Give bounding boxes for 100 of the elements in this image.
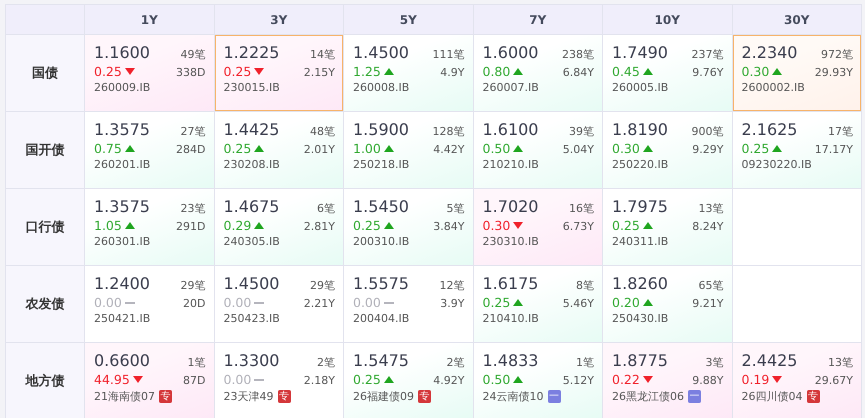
- change-value: 0.20: [612, 295, 640, 310]
- change-value: 0.80: [482, 64, 510, 79]
- quote-cell[interactable]: 1.7975 13笔 0.25 8.24Y 240311.IB: [603, 189, 732, 265]
- bond-code: 210210.IB: [482, 158, 539, 171]
- row-header: 地方债: [6, 343, 84, 418]
- bond-code: 210410.IB: [482, 312, 539, 325]
- bond-code: 260201.IB: [94, 158, 150, 171]
- yield-value: 1.8190: [612, 120, 668, 139]
- yield-value: 1.4500: [224, 274, 280, 293]
- change-value: 0.00: [94, 295, 122, 310]
- quote-cell[interactable]: 1.7490 237笔 0.45 9.76Y 260005.IB: [603, 35, 732, 111]
- term-value: 9.88Y: [692, 374, 724, 387]
- bond-code: 26黑龙江债06: [612, 389, 684, 404]
- yield-value: 1.4500: [353, 43, 409, 62]
- quote-cell[interactable]: 1.4833 1笔 0.50 5.12Y 24云南债10 一: [474, 343, 602, 418]
- change-value: 0.25: [353, 218, 381, 233]
- quote-cell[interactable]: 1.6100 39笔 0.50 5.04Y 210210.IB: [474, 112, 602, 188]
- yield-value: 1.3575: [94, 120, 150, 139]
- quote-cell[interactable]: 1.4500 111笔 1.25 4.9Y 260008.IB: [344, 35, 472, 111]
- bond-code: 250423.IB: [224, 312, 280, 325]
- term-value: 3.84Y: [433, 220, 464, 233]
- bond-tag: 一: [688, 390, 701, 403]
- yield-value: 2.1625: [742, 120, 798, 139]
- bond-code: 260008.IB: [353, 81, 410, 94]
- quote-cell[interactable]: 2.4425 13笔 0.19 29.67Y 26四川债04 专: [732, 343, 861, 418]
- quote-cell[interactable]: 1.8260 65笔 0.20 9.21Y 250430.IB: [603, 266, 732, 342]
- quote-cell[interactable]: 1.2225 14笔 0.25 2.15Y 230015.IB: [214, 35, 343, 111]
- quote-cell[interactable]: 0.6600 1笔 44.95 87D 21海南债07 专: [85, 343, 214, 418]
- yield-value: 1.5450: [353, 197, 409, 216]
- trade-count: 16笔: [569, 201, 594, 216]
- quote-cell[interactable]: 1.5475 2笔 0.25 4.92Y 26福建债09 专: [344, 343, 472, 418]
- quote-cell[interactable]: 1.6000 238笔 0.80 6.84Y 260007.IB: [474, 35, 602, 111]
- column-header: 10Y: [603, 5, 732, 34]
- yield-value: 1.6175: [482, 274, 538, 293]
- yield-value: 1.6000: [482, 43, 538, 62]
- term-value: 5.12Y: [562, 374, 594, 387]
- bond-code: 260007.IB: [482, 81, 539, 94]
- change-value: 0.19: [742, 372, 770, 387]
- quote-cell[interactable]: 1.3575 27笔 0.75 284D 260201.IB: [85, 112, 214, 188]
- term-value: 6.73Y: [562, 220, 594, 233]
- quote-cell[interactable]: 1.5450 5笔 0.25 3.84Y 200310.IB: [344, 189, 472, 265]
- quote-cell[interactable]: 2.2340 972笔 0.30 29.93Y 2600002.IB: [732, 35, 861, 111]
- yield-value: 1.2225: [224, 43, 280, 62]
- column-header: 7Y: [474, 5, 602, 34]
- change-value: 0.25: [224, 64, 252, 79]
- change-value: 0.00: [224, 372, 252, 387]
- bond-tag: 专: [159, 390, 172, 403]
- quote-cell[interactable]: 1.4500 29笔 0.00 2.21Y 250423.IB: [214, 266, 343, 342]
- trade-count: 6笔: [317, 201, 335, 216]
- trade-count: 128笔: [432, 124, 464, 139]
- trade-count: 1笔: [576, 355, 594, 370]
- term-value: 2.15Y: [304, 66, 335, 79]
- term-value: 87D: [183, 374, 206, 387]
- bond-code: 26四川债04: [742, 389, 802, 404]
- term-value: 4.42Y: [433, 143, 464, 156]
- term-value: 4.9Y: [440, 66, 464, 79]
- quote-cell[interactable]: 1.4425 48笔 0.25 2.01Y 230208.IB: [214, 112, 343, 188]
- term-value: 5.46Y: [562, 297, 594, 310]
- change-value: 44.95: [94, 372, 130, 387]
- term-value: 5.04Y: [562, 143, 594, 156]
- yield-value: 1.1600: [94, 43, 150, 62]
- quote-cell[interactable]: 1.6175 8笔 0.25 5.46Y 210410.IB: [474, 266, 602, 342]
- quote-cell[interactable]: 1.7020 16笔 0.30 6.73Y 230310.IB: [474, 189, 602, 265]
- yield-value: 1.8775: [612, 351, 668, 370]
- change-value: 1.25: [353, 64, 381, 79]
- bond-code: 260301.IB: [94, 235, 150, 248]
- quote-cell[interactable]: 1.8190 900笔 0.30 9.29Y 250220.IB: [603, 112, 732, 188]
- trade-count: 2笔: [317, 355, 335, 370]
- quote-cell[interactable]: 1.3575 23笔 1.05 291D 260301.IB: [85, 189, 214, 265]
- quote-cell[interactable]: 1.4675 6笔 0.29 2.81Y 240305.IB: [214, 189, 343, 265]
- bond-tag: 专: [418, 390, 431, 403]
- trade-count: 8笔: [576, 278, 594, 293]
- yield-value: 1.8260: [612, 274, 668, 293]
- trade-count: 237笔: [692, 47, 724, 62]
- quote-cell[interactable]: 1.8775 3笔 0.22 9.88Y 26黑龙江债06 一: [603, 343, 732, 418]
- trade-count: 5笔: [446, 201, 464, 216]
- term-value: 29.67Y: [814, 374, 853, 387]
- trade-count: 27笔: [180, 124, 206, 139]
- quote-cell[interactable]: 1.5575 12笔 0.00 3.9Y 200404.IB: [344, 266, 472, 342]
- quote-cell[interactable]: 1.5900 128笔 1.00 4.42Y 250218.IB: [344, 112, 472, 188]
- bond-code: 200404.IB: [353, 312, 410, 325]
- bond-code: 250218.IB: [353, 158, 410, 171]
- yield-value: 1.7490: [612, 43, 668, 62]
- quote-cell[interactable]: 1.3300 2笔 0.00 2.18Y 23天津49 专: [214, 343, 343, 418]
- trade-count: 48笔: [310, 124, 335, 139]
- quote-cell[interactable]: 1.1600 49笔 0.25 338D 260009.IB: [85, 35, 214, 111]
- trade-count: 29笔: [310, 278, 335, 293]
- trade-count: 900笔: [692, 124, 724, 139]
- yield-value: 0.6600: [94, 351, 150, 370]
- term-value: 9.76Y: [692, 66, 724, 79]
- change-value: 0.50: [482, 141, 510, 156]
- bond-code: 2600002.IB: [742, 81, 805, 94]
- bond-code: 24云南债10: [482, 389, 544, 404]
- quote-cell[interactable]: 1.2400 29笔 0.00 20D 250421.IB: [85, 266, 214, 342]
- yield-value: 1.5475: [353, 351, 409, 370]
- term-value: 9.21Y: [692, 297, 724, 310]
- change-value: 0.45: [612, 64, 640, 79]
- yield-value: 1.3300: [224, 351, 280, 370]
- term-value: 6.84Y: [562, 66, 594, 79]
- quote-cell[interactable]: 2.1625 17笔 0.25 17.17Y 09230220.IB: [732, 112, 861, 188]
